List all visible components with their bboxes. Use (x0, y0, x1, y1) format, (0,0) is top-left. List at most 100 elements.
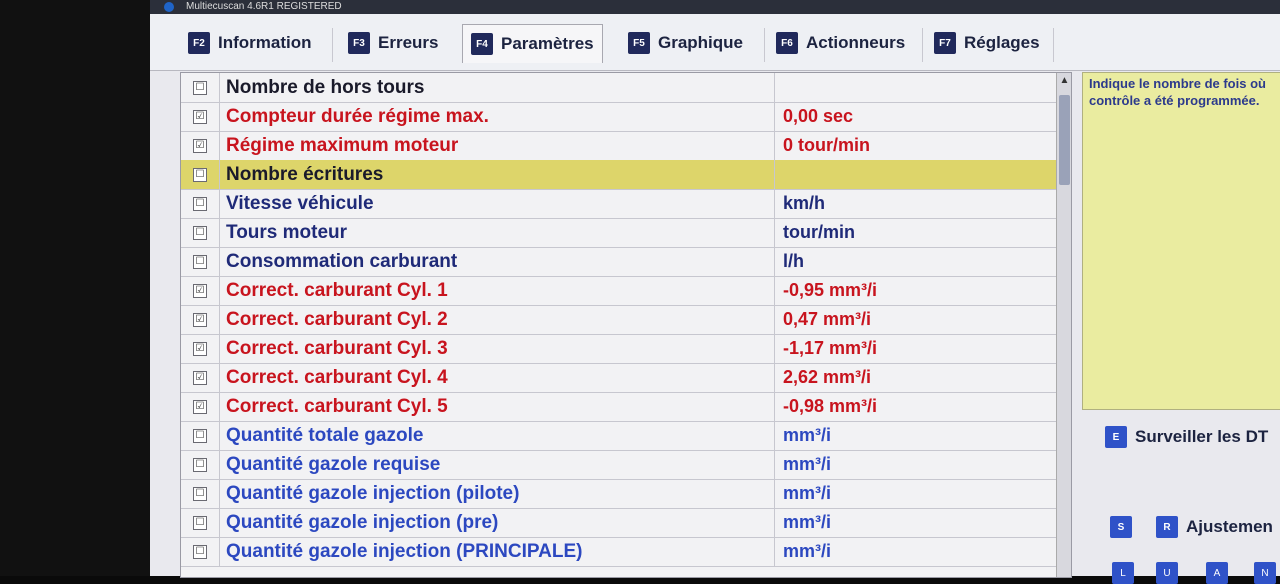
table-row-selected[interactable]: ☐ Nombre écritures (181, 160, 1056, 190)
table-row[interactable]: ☑ Correct. carburant Cyl. 1 -0,95 mm³/i (181, 276, 1056, 306)
parameter-value: tour/min (783, 222, 855, 242)
monitor-dtc-button[interactable]: E Surveiller les DT (1105, 422, 1268, 452)
tab-divider (1053, 28, 1054, 62)
scroll-thumb[interactable] (1059, 95, 1070, 185)
table-row[interactable]: ☑ Correct. carburant Cyl. 5 -0,98 mm³/i (181, 392, 1056, 422)
parameter-name: Correct. carburant Cyl. 3 (220, 334, 775, 363)
table-row[interactable]: ☐ Quantité totale gazole mm³/i (181, 421, 1056, 451)
parameter-description-panel: Indique le nombre de fois où contrôle a … (1082, 72, 1280, 410)
tab-divider (922, 28, 923, 62)
s-key-icon: S (1110, 516, 1132, 538)
f2-key-icon: F2 (188, 32, 210, 54)
button-label: Ajustemen (1186, 517, 1273, 536)
table-row[interactable]: ☐ Quantité gazole requise mm³/i (181, 450, 1056, 480)
row-checkbox[interactable]: ☑ (193, 312, 207, 327)
checkbox-cell: ☐ (181, 479, 220, 508)
tab-label: Information (218, 33, 312, 52)
f4-key-icon: F4 (471, 33, 493, 55)
row-checkbox[interactable]: ☐ (193, 457, 207, 472)
parameter-value: -1,17 mm³/i (783, 338, 878, 358)
tab-reglages[interactable]: F7 Réglages (926, 26, 1048, 60)
parameter-value: mm³/i (783, 483, 832, 503)
table-row[interactable]: ☐ Quantité gazole injection (PRINCIPALE)… (181, 537, 1056, 567)
table-row[interactable]: ☐ Quantité gazole injection (pilote) mm³… (181, 479, 1056, 509)
window-title: Multiecuscan 4.6R1 REGISTERED (186, 1, 342, 12)
scroll-up-icon[interactable]: ▲ (1057, 73, 1071, 89)
tab-information[interactable]: F2 Information (180, 26, 320, 60)
s-key-button[interactable]: S (1110, 512, 1132, 542)
l-key-icon[interactable]: L (1112, 562, 1134, 584)
checkbox-cell: ☐ (181, 508, 220, 537)
row-checkbox[interactable]: ☐ (193, 80, 207, 95)
parameter-value: -0,98 mm³/i (783, 396, 878, 416)
parameter-value: mm³/i (783, 512, 832, 532)
table-row[interactable]: ☑ Correct. carburant Cyl. 2 0,47 mm³/i (181, 305, 1056, 335)
row-checkbox[interactable]: ☐ (193, 428, 207, 443)
parameter-value: km/h (783, 193, 826, 213)
button-label: Surveiller les DT (1135, 427, 1269, 446)
checkbox-cell: ☑ (181, 363, 220, 392)
row-checkbox[interactable]: ☐ (193, 254, 207, 269)
parameter-value: mm³/i (783, 454, 832, 474)
title-bar: Multiecuscan 4.6R1 REGISTERED (150, 0, 1280, 14)
parameter-value: 0 tour/min (783, 135, 871, 155)
tab-actionneurs[interactable]: F6 Actionneurs (768, 26, 913, 60)
checkbox-cell: ☑ (181, 392, 220, 421)
table-row[interactable]: ☐ Quantité gazole injection (pre) mm³/i (181, 508, 1056, 538)
tab-label: Réglages (964, 33, 1040, 52)
table-row[interactable]: ☑ Correct. carburant Cyl. 4 2,62 mm³/i (181, 363, 1056, 393)
adjustment-button[interactable]: R Ajustemen (1156, 512, 1273, 542)
row-checkbox[interactable]: ☑ (193, 109, 207, 124)
checkbox-cell: ☑ (181, 334, 220, 363)
e-key-icon: E (1105, 426, 1127, 448)
checkbox-cell: ☑ (181, 305, 220, 334)
tab-graphique[interactable]: F5 Graphique (620, 26, 751, 60)
parameter-name: Tours moteur (220, 218, 775, 247)
parameter-value: mm³/i (783, 541, 832, 561)
row-checkbox[interactable]: ☐ (193, 167, 207, 182)
row-checkbox[interactable]: ☐ (193, 196, 207, 211)
tab-label: Erreurs (378, 33, 439, 52)
checkbox-cell: ☐ (181, 189, 220, 218)
a-key-icon[interactable]: A (1206, 562, 1228, 584)
tab-divider (764, 28, 765, 62)
row-checkbox[interactable]: ☐ (193, 225, 207, 240)
parameter-name: Nombre écritures (220, 160, 775, 189)
table-row[interactable]: ☐ Vitesse véhicule km/h (181, 189, 1056, 219)
row-checkbox[interactable]: ☑ (193, 341, 207, 356)
checkbox-cell: ☐ (181, 450, 220, 479)
checkbox-cell: ☐ (181, 218, 220, 247)
checkbox-cell: ☑ (181, 131, 220, 160)
table-row[interactable]: ☑ Correct. carburant Cyl. 3 -1,17 mm³/i (181, 334, 1056, 364)
n-key-icon[interactable]: N (1254, 562, 1276, 584)
vertical-scrollbar[interactable]: ▲ (1056, 73, 1071, 577)
table-row[interactable]: ☑ Régime maximum moteur 0 tour/min (181, 131, 1056, 161)
table-row[interactable]: ☐ Consommation carburant l/h (181, 247, 1056, 277)
row-checkbox[interactable]: ☐ (193, 486, 207, 501)
tab-divider (332, 28, 333, 62)
table-row[interactable]: ☑ Compteur durée régime max. 0,00 sec (181, 102, 1056, 132)
parameter-description: Indique le nombre de fois où contrôle a … (1089, 76, 1266, 108)
tab-bar: F2 Information F3 Erreurs F4 Paramètres … (150, 14, 1280, 71)
checkbox-cell: ☐ (181, 421, 220, 450)
parameter-value: l/h (783, 251, 804, 271)
row-checkbox[interactable]: ☐ (193, 544, 207, 559)
row-checkbox[interactable]: ☑ (193, 399, 207, 414)
row-checkbox[interactable]: ☐ (193, 515, 207, 530)
u-key-icon[interactable]: U (1156, 562, 1178, 584)
row-checkbox[interactable]: ☑ (193, 370, 207, 385)
table-row[interactable]: ☐ Nombre de hors tours (181, 73, 1056, 103)
checkbox-cell: ☑ (181, 102, 220, 131)
table-row[interactable]: ☐ Tours moteur tour/min (181, 218, 1056, 248)
app-logo-icon (164, 2, 174, 12)
tab-parametres[interactable]: F4 Paramètres (462, 24, 603, 63)
parameter-name: Nombre de hors tours (220, 73, 775, 102)
tab-erreurs[interactable]: F3 Erreurs (340, 26, 446, 60)
row-checkbox[interactable]: ☑ (193, 283, 207, 298)
checkbox-cell: ☐ (181, 247, 220, 276)
row-checkbox[interactable]: ☑ (193, 138, 207, 153)
parameter-value: mm³/i (783, 425, 832, 445)
f7-key-icon: F7 (934, 32, 956, 54)
parameter-name: Régime maximum moteur (220, 131, 775, 160)
f5-key-icon: F5 (628, 32, 650, 54)
